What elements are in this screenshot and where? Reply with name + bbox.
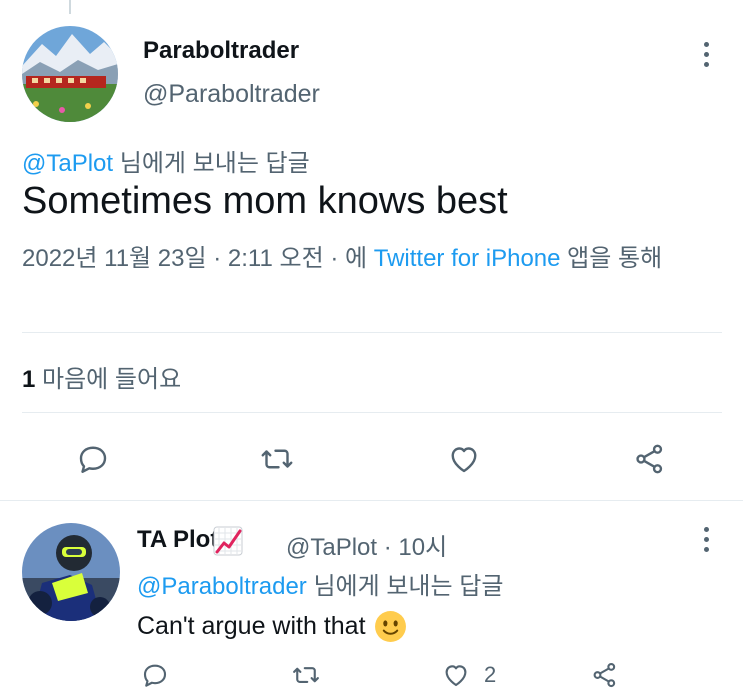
tweet-text: Sometimes mom knows best bbox=[22, 180, 508, 222]
reply-context: @TaPlot 님에게 보내는 답글 bbox=[22, 143, 310, 178]
like-button[interactable]: 2 bbox=[440, 660, 496, 690]
reply-author-avatar[interactable] bbox=[22, 523, 120, 621]
share-button[interactable] bbox=[590, 660, 620, 690]
retweet-button[interactable] bbox=[258, 441, 296, 477]
tweet-metadata: 2022년 11월 23일 · 2:11 오전 · 에 Twitter for … bbox=[22, 240, 722, 278]
like-count: 1 bbox=[22, 366, 36, 393]
reply-to-link[interactable]: @TaPlot bbox=[22, 150, 113, 177]
likes-summary[interactable]: 1 마음에 들어요 bbox=[22, 359, 181, 394]
divider bbox=[22, 412, 722, 413]
reply-context: @Paraboltrader 님에게 보내는 답글 bbox=[137, 566, 503, 601]
reply-author-meta: @TaPlot · 10시 bbox=[286, 527, 447, 562]
reply-button[interactable] bbox=[75, 441, 111, 477]
reply-author-name[interactable]: TA Plot bbox=[137, 526, 218, 554]
divider bbox=[0, 500, 743, 501]
reply-to-link[interactable]: @Paraboltrader bbox=[137, 573, 307, 600]
retweet-icon bbox=[261, 449, 293, 469]
like-icon bbox=[445, 665, 467, 687]
author-name[interactable]: Paraboltrader bbox=[143, 37, 299, 65]
reply-icon bbox=[143, 664, 167, 687]
reply-author-handle[interactable]: @TaPlot bbox=[286, 534, 377, 561]
like-label: 마음에 들어요 bbox=[35, 366, 182, 393]
retweet-icon bbox=[293, 667, 319, 683]
more-options-icon[interactable] bbox=[703, 42, 709, 67]
share-icon bbox=[593, 662, 616, 688]
slightly-smiling-face-icon bbox=[374, 611, 406, 642]
source-suffix: 앱을 통해 bbox=[560, 245, 663, 272]
retweet-button[interactable] bbox=[290, 660, 322, 690]
share-button[interactable] bbox=[632, 441, 668, 477]
reply-button[interactable] bbox=[140, 660, 170, 690]
reply-text: Can't argue with that bbox=[137, 610, 407, 643]
reply-icon bbox=[79, 446, 107, 473]
author-avatar[interactable] bbox=[22, 26, 118, 122]
like-count: 2 bbox=[484, 662, 497, 687]
reply-time[interactable]: · 10시 bbox=[377, 534, 447, 561]
more-options-icon[interactable] bbox=[703, 527, 709, 552]
author-handle[interactable]: @Paraboltrader bbox=[143, 80, 320, 109]
source-link[interactable]: Twitter for iPhone bbox=[374, 245, 561, 272]
divider bbox=[22, 332, 722, 333]
reply-to-label: 님에게 보내는 답글 bbox=[113, 150, 310, 177]
like-button[interactable] bbox=[445, 441, 483, 477]
reply-text-body: Can't argue with that bbox=[137, 612, 366, 640]
timestamp[interactable]: 2022년 11월 23일 · 2:11 오전 · 에 bbox=[22, 245, 374, 272]
share-icon bbox=[636, 444, 663, 474]
main-tweet: Paraboltrader @Paraboltrader @TaPlot 님에게… bbox=[0, 0, 743, 500]
reply-to-label: 님에게 보내는 답글 bbox=[306, 573, 504, 600]
like-icon bbox=[451, 447, 477, 473]
chart-increasing-icon bbox=[213, 526, 243, 556]
